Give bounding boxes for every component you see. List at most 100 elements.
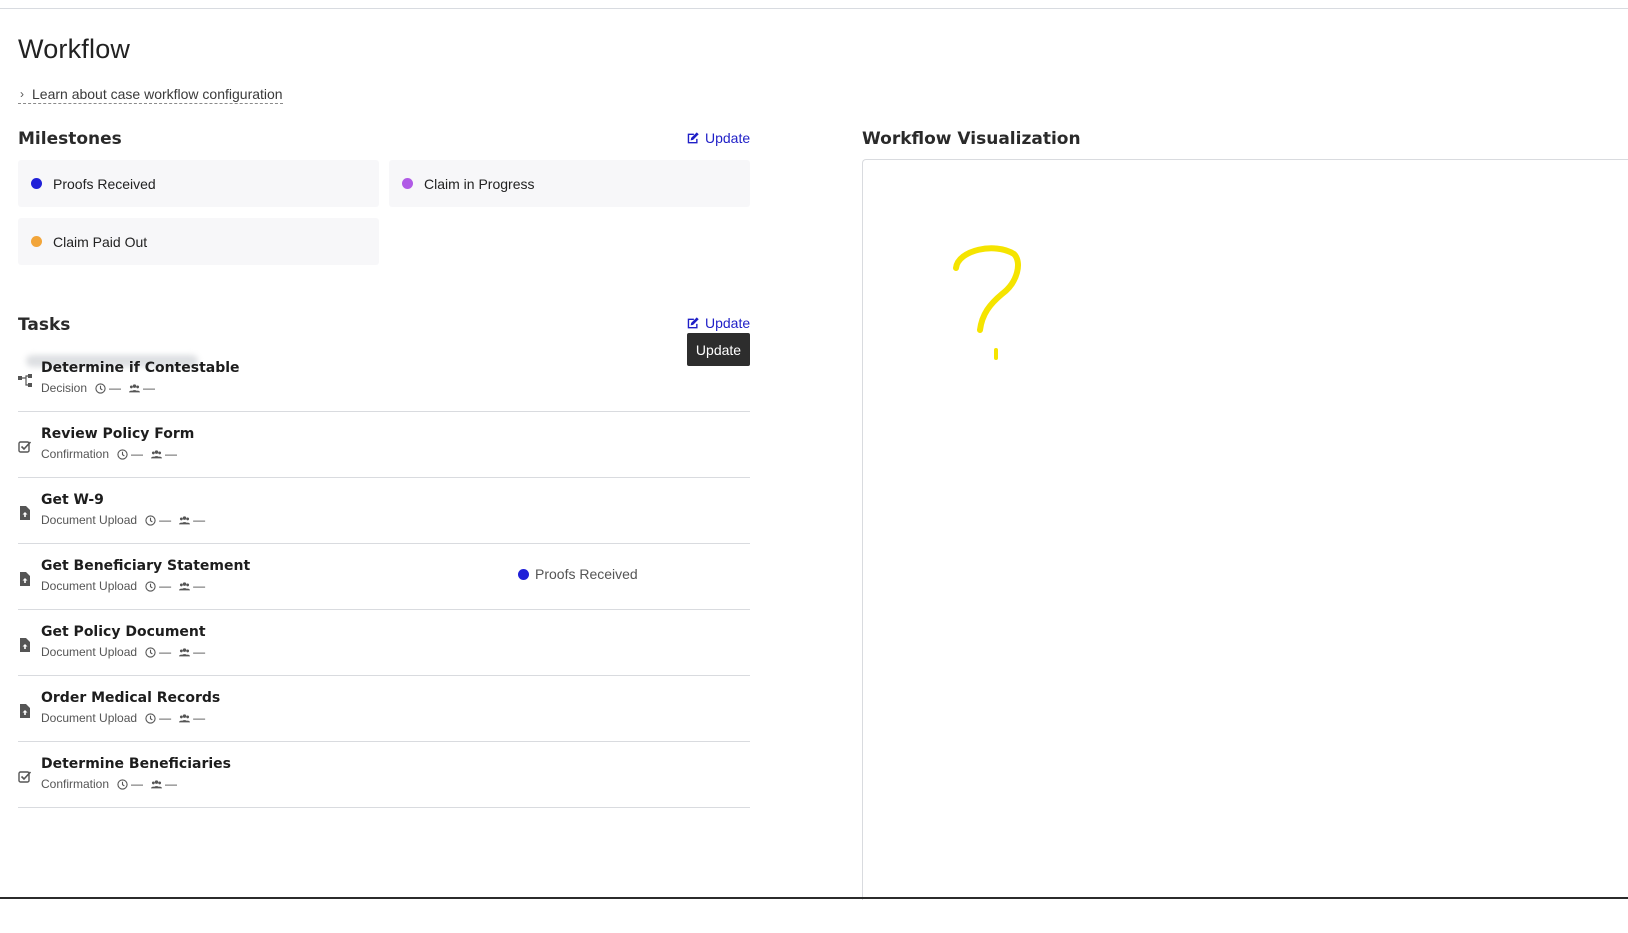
- users-icon: [151, 779, 163, 788]
- task-row[interactable]: Get Policy Document Document Upload — —: [18, 610, 750, 676]
- task-name: Determine if Contestable: [41, 360, 240, 376]
- file-upload-icon: [20, 638, 30, 652]
- assignee-group: —: [129, 381, 155, 395]
- tasks-update-button[interactable]: Update: [686, 315, 750, 331]
- task-row[interactable]: Get W-9 Document Upload — —: [18, 478, 750, 544]
- learn-workflow-link[interactable]: › Learn about case workflow configuratio…: [18, 86, 283, 104]
- task-meta: Document Upload — —: [41, 513, 205, 527]
- assignee-value: —: [193, 711, 206, 725]
- assignee-group: —: [151, 777, 177, 791]
- milestones-title: Milestones: [18, 129, 122, 149]
- question-mark-annotation: [953, 245, 1021, 360]
- duration-value: —: [131, 447, 144, 461]
- file-upload-icon: [20, 506, 30, 520]
- assignee-value: —: [165, 777, 178, 791]
- duration-value: —: [159, 645, 172, 659]
- duration-value: —: [159, 711, 172, 725]
- users-icon: [129, 383, 141, 392]
- assignee-group: —: [179, 711, 205, 725]
- task-milestone-badge: Proofs Received: [518, 566, 638, 582]
- task-row[interactable]: Get Beneficiary Statement Document Uploa…: [18, 544, 750, 610]
- users-icon: [179, 713, 191, 722]
- duration-group: —: [145, 513, 171, 527]
- learn-link-label: Learn about case workflow configuration: [32, 86, 283, 102]
- assignee-value: —: [193, 645, 206, 659]
- assignee-value: —: [143, 381, 156, 395]
- task-type: Document Upload: [41, 711, 138, 725]
- clock-icon: [95, 382, 106, 394]
- milestone-label: Claim Paid Out: [53, 233, 148, 250]
- users-icon: [179, 515, 191, 524]
- users-icon: [179, 647, 191, 656]
- task-name: Determine Beneficiaries: [41, 756, 232, 772]
- task-type: Document Upload: [41, 645, 138, 659]
- update-tooltip: Update: [687, 333, 750, 366]
- assignee-group: —: [179, 579, 205, 593]
- edit-icon: [687, 132, 699, 144]
- clock-icon: [145, 580, 156, 592]
- visualization-title: Workflow Visualization: [862, 129, 1081, 149]
- clock-icon: [145, 514, 156, 526]
- assignee-value: —: [193, 513, 206, 527]
- checkbox-icon: [18, 771, 32, 783]
- duration-group: —: [145, 579, 171, 593]
- task-row[interactable]: Determine if Contestable Decision — —: [18, 346, 750, 412]
- checkbox-icon: [18, 441, 32, 453]
- milestone-dot: [31, 178, 42, 189]
- tasks-update-label: Update: [705, 315, 751, 331]
- file-upload-icon: [20, 572, 30, 586]
- clock-icon: [117, 448, 128, 460]
- duration-value: —: [159, 579, 172, 593]
- milestones-update-label: Update: [705, 130, 751, 146]
- duration-group: —: [145, 645, 171, 659]
- milestone-proofs-received: Proofs Received: [18, 160, 379, 207]
- task-type: Document Upload: [41, 579, 138, 593]
- assignee-value: —: [193, 579, 206, 593]
- milestone-claim-in-progress: Claim in Progress: [389, 160, 750, 207]
- milestone-dot: [31, 236, 42, 247]
- tasks-title: Tasks: [18, 315, 71, 335]
- chevron-right-icon: ›: [20, 87, 24, 101]
- task-row[interactable]: Review Policy Form Confirmation — —: [18, 412, 750, 478]
- task-name: Get Policy Document: [41, 624, 206, 640]
- milestone-label: Claim in Progress: [424, 175, 535, 192]
- task-meta: Document Upload — —: [41, 711, 205, 725]
- task-row[interactable]: Determine Beneficiaries Confirmation — —: [18, 742, 750, 808]
- milestone-dot: [402, 178, 413, 189]
- duration-group: —: [117, 447, 143, 461]
- clock-icon: [145, 712, 156, 724]
- assignee-group: —: [179, 513, 205, 527]
- decision-icon: [18, 374, 32, 387]
- task-meta: Confirmation — —: [41, 447, 177, 461]
- duration-value: —: [131, 777, 144, 791]
- task-meta: Decision — —: [41, 381, 155, 395]
- milestone-label: Proofs Received: [53, 175, 156, 192]
- duration-group: —: [95, 381, 121, 395]
- edit-icon: [687, 317, 699, 329]
- duration-value: —: [159, 513, 172, 527]
- milestones-update-button[interactable]: Update: [686, 130, 750, 146]
- page-title: Workflow: [18, 34, 131, 64]
- file-upload-icon: [20, 704, 30, 718]
- task-list: Determine if Contestable Decision — — Re…: [18, 346, 750, 808]
- assignee-value: —: [165, 447, 178, 461]
- milestone-claim-paid-out: Claim Paid Out: [18, 218, 379, 265]
- task-meta: Confirmation — —: [41, 777, 177, 791]
- top-divider: [0, 8, 1628, 9]
- clock-icon: [117, 778, 128, 790]
- users-icon: [179, 581, 191, 590]
- task-name: Review Policy Form: [41, 426, 195, 442]
- task-name: Get W-9: [41, 492, 104, 508]
- task-type: Confirmation: [41, 777, 110, 791]
- task-type: Document Upload: [41, 513, 138, 527]
- users-icon: [151, 449, 163, 458]
- duration-value: —: [109, 381, 122, 395]
- task-milestone-label: Proofs Received: [535, 566, 638, 582]
- task-name: Order Medical Records: [41, 690, 221, 706]
- task-row[interactable]: Order Medical Records Document Upload — …: [18, 676, 750, 742]
- milestone-dot: [518, 568, 529, 580]
- task-type: Confirmation: [41, 447, 110, 461]
- assignee-group: —: [151, 447, 177, 461]
- task-meta: Document Upload — —: [41, 645, 205, 659]
- task-type: Decision: [41, 381, 88, 395]
